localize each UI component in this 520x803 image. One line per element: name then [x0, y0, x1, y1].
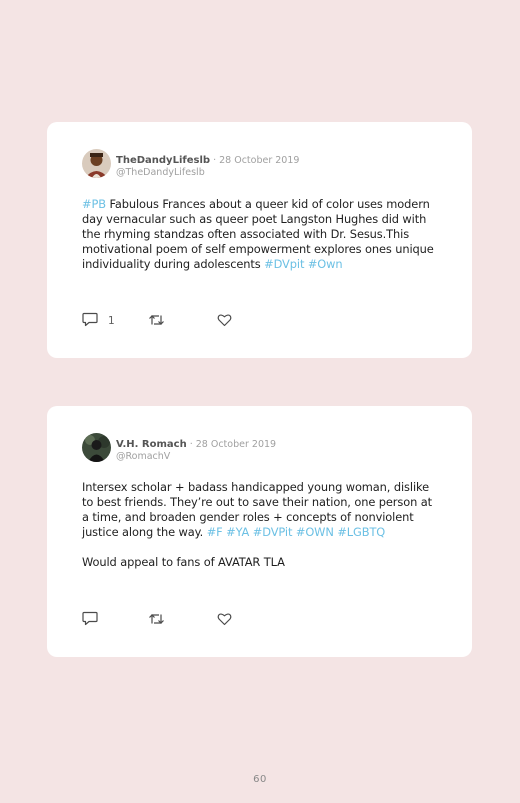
author-handle[interactable]: @RomachV — [116, 451, 276, 463]
hashtag[interactable]: #PB — [82, 197, 106, 211]
hashtag[interactable]: #Own — [308, 257, 343, 271]
author-name[interactable]: V.H. Romach — [116, 439, 187, 450]
reply-icon — [82, 611, 98, 630]
heart-icon — [217, 312, 232, 331]
page-number: 60 — [253, 774, 267, 785]
tweet-text: Intersex scholar + badass handicapped yo… — [82, 480, 442, 570]
hashtag[interactable]: #LGBTQ — [337, 525, 385, 539]
reply-icon — [82, 312, 98, 331]
reply-button[interactable] — [82, 611, 108, 630]
reply-count: 1 — [108, 315, 115, 327]
hashtag[interactable]: #DVpit — [264, 257, 304, 271]
tweet-text: #PB Fabulous Frances about a queer kid o… — [82, 197, 442, 272]
avatar[interactable] — [82, 149, 111, 178]
heart-icon — [217, 611, 232, 630]
tweet-date[interactable]: 28 October 2019 — [196, 439, 276, 450]
hashtag[interactable]: #OWN — [296, 525, 334, 539]
retweet-icon — [148, 312, 165, 331]
author-name[interactable]: TheDandyLifeslb — [116, 155, 210, 166]
separator: · — [210, 155, 220, 166]
reply-button[interactable]: 1 — [82, 312, 115, 331]
like-button[interactable] — [217, 313, 232, 329]
retweet-button[interactable] — [148, 313, 165, 329]
tweet-header: TheDandyLifeslb · 28 October 2019 @TheDa… — [116, 152, 299, 179]
like-button[interactable] — [217, 612, 232, 628]
separator: · — [186, 439, 196, 450]
retweet-icon — [148, 611, 165, 630]
author-handle[interactable]: @TheDandyLifeslb — [116, 167, 299, 179]
avatar[interactable] — [82, 433, 111, 462]
hashtag[interactable]: #YA — [226, 525, 249, 539]
hashtag[interactable]: #DVPit — [253, 525, 293, 539]
tweet-header: V.H. Romach · 28 October 2019 @RomachV — [116, 436, 276, 463]
hashtag[interactable]: #F — [207, 525, 223, 539]
tweet-date[interactable]: 28 October 2019 — [219, 155, 299, 166]
tweet-paragraph: Intersex scholar + badass handicapped yo… — [82, 480, 442, 540]
tweet-card: V.H. Romach · 28 October 2019 @RomachV I… — [47, 406, 472, 657]
tweet-card: TheDandyLifeslb · 28 October 2019 @TheDa… — [47, 122, 472, 358]
tweet-text-segment: Fabulous Frances about a queer kid of co… — [82, 197, 434, 271]
retweet-button[interactable] — [148, 612, 165, 628]
tweet-paragraph: Would appeal to fans of AVATAR TLA — [82, 555, 285, 569]
